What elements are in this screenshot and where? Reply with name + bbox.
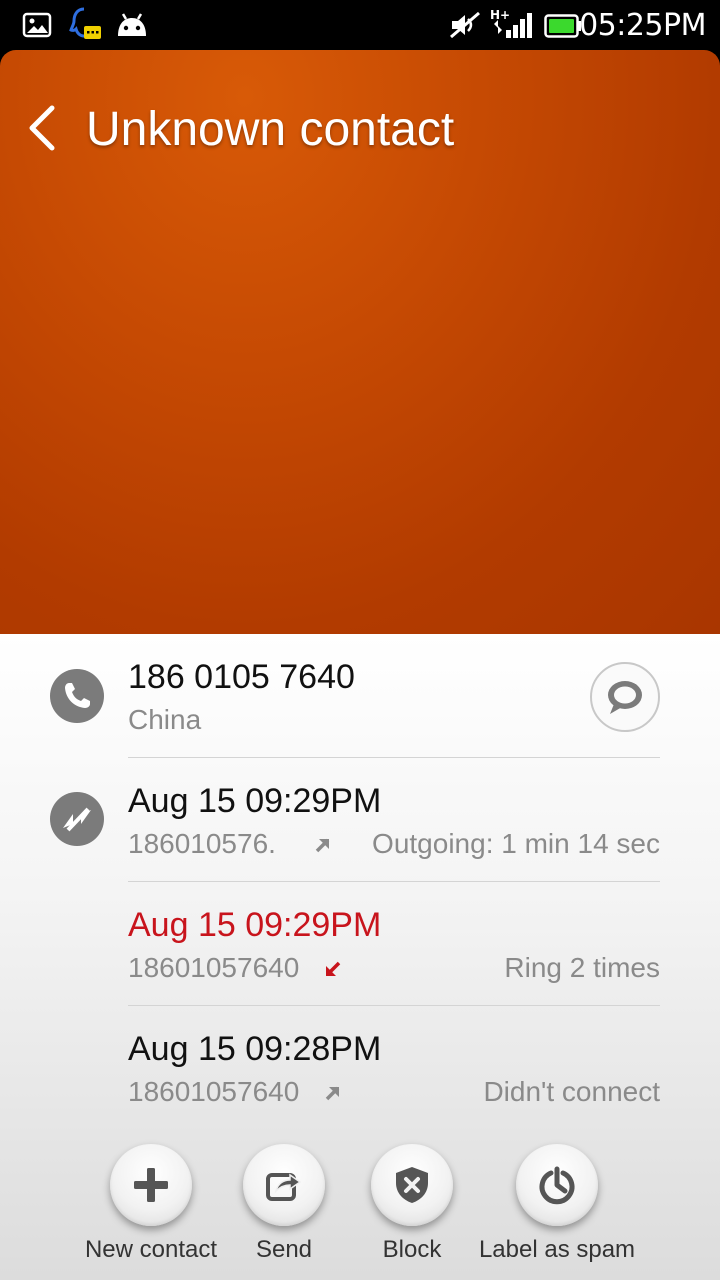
call-number: 18601057640 (128, 1076, 300, 1107)
android-icon (118, 13, 146, 36)
divider (128, 1005, 660, 1006)
plus-icon (134, 1168, 168, 1202)
muted-sound-icon (450, 11, 480, 39)
spam-label-icon (539, 1166, 575, 1205)
contact-number: 186 0105 7640 (128, 658, 355, 696)
send-button[interactable] (243, 1144, 325, 1226)
back-arrow-icon[interactable] (24, 100, 64, 156)
outgoing-call-arrow-icon (315, 838, 330, 853)
page-title: Unknown contact (86, 103, 455, 156)
hplus-signal-icon: H+ (490, 8, 534, 42)
call-log-icon (50, 792, 104, 846)
divider (128, 757, 660, 758)
new-contact-button[interactable] (110, 1144, 192, 1226)
status-time: 05:25PM (579, 8, 706, 43)
label-as-spam-label: Label as spam (478, 1236, 636, 1263)
message-button[interactable] (590, 662, 660, 732)
call-detail: Ring 2 times (504, 952, 660, 983)
qq-chat-icon (69, 7, 101, 39)
phone-icon (50, 669, 104, 723)
contact-header: Unknown contact (0, 50, 720, 634)
shield-block-icon (396, 1167, 428, 1203)
block-label: Block (382, 1236, 442, 1263)
contact-location: China (128, 704, 202, 735)
call-number: 18601057640 (128, 952, 300, 983)
share-icon (266, 1173, 302, 1201)
missed-call-arrow-icon (326, 961, 341, 976)
call-time: Aug 15 09:29PM (128, 782, 382, 820)
new-contact-label: New contact (84, 1236, 218, 1263)
call-detail: Outgoing: 1 min 14 sec (372, 828, 660, 859)
label-as-spam-button[interactable] (516, 1144, 598, 1226)
send-label: Send (255, 1236, 313, 1263)
contact-details: 186 0105 7640 China Aug 15 09:29PM 18601… (0, 634, 720, 1280)
call-time: Aug 15 09:28PM (128, 1030, 382, 1068)
block-button[interactable] (371, 1144, 453, 1226)
battery-icon (544, 14, 581, 38)
call-time-missed: Aug 15 09:29PM (128, 906, 382, 944)
status-bar: H+ 05:25PM (0, 0, 720, 50)
image-icon (22, 12, 52, 38)
message-bubble-icon (608, 681, 642, 714)
outgoing-call-arrow-icon (325, 1086, 340, 1101)
divider (128, 881, 660, 882)
call-number: 186010576. (128, 828, 276, 859)
call-detail: Didn't connect (483, 1076, 660, 1107)
